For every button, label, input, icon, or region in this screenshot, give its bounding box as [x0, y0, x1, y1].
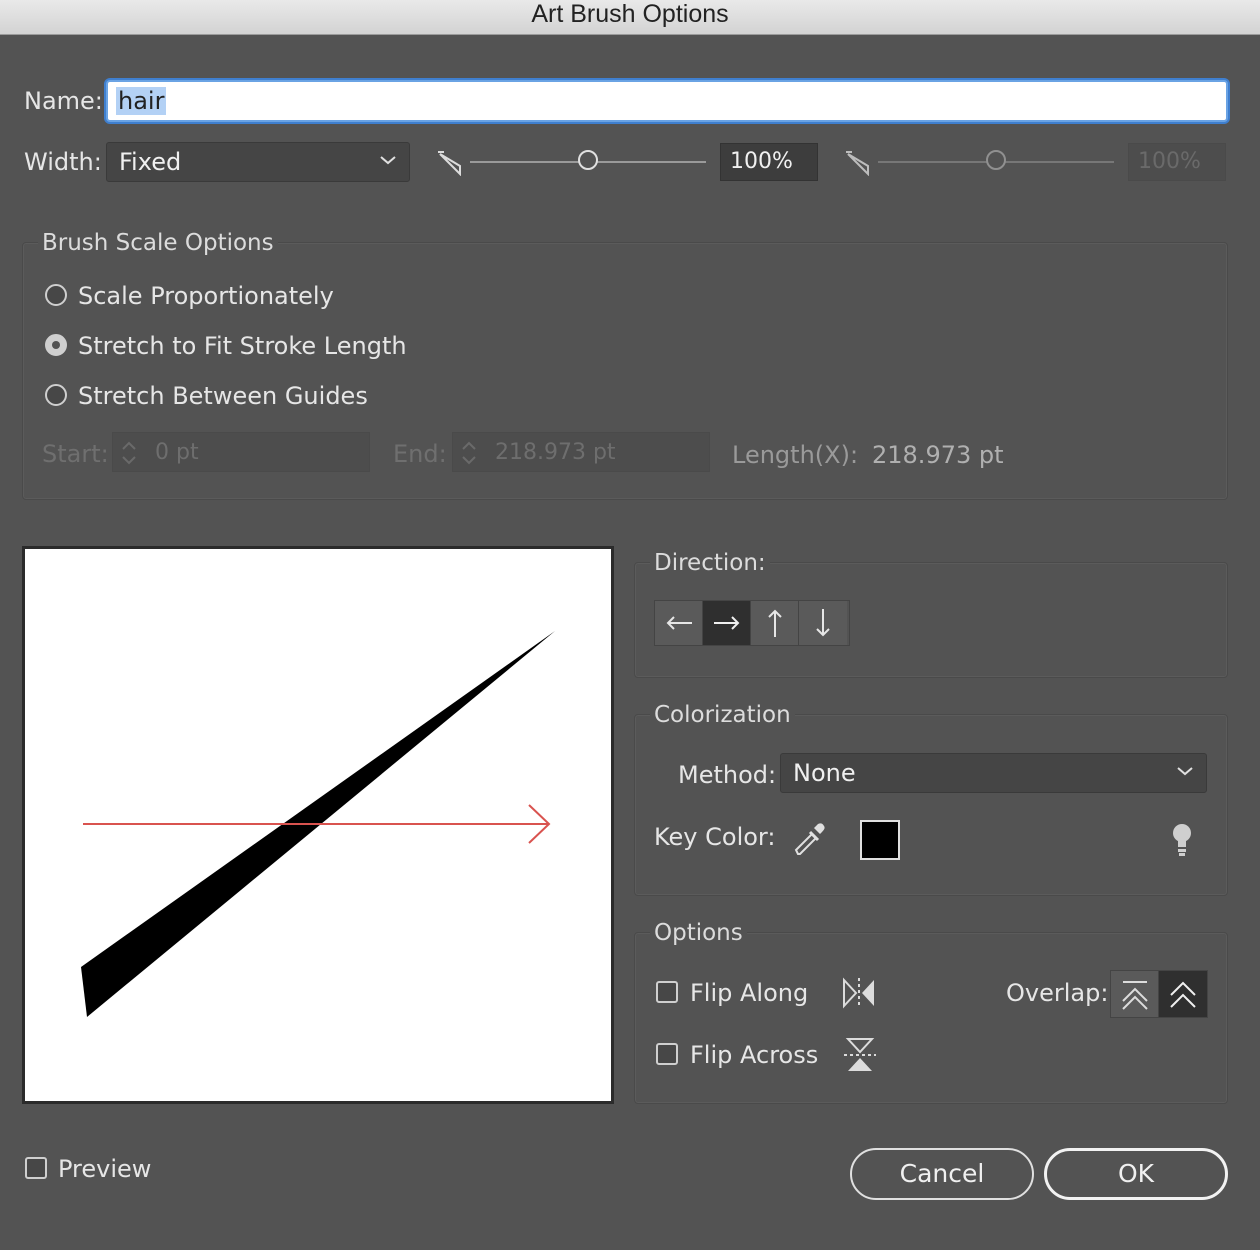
preview-label: Preview — [58, 1155, 152, 1183]
radio-scale-proportionately[interactable] — [45, 284, 67, 306]
width-dropdown[interactable]: Fixed — [106, 142, 410, 182]
stretch-between-guides-label: Stretch Between Guides — [78, 382, 368, 410]
method-dropdown-value: None — [793, 759, 856, 787]
end-input: 218.973 pt — [452, 432, 710, 472]
lightbulb-icon[interactable] — [1170, 822, 1194, 858]
brush-stroke-preview — [81, 631, 555, 1017]
overlap-none-icon — [1170, 981, 1196, 1008]
width-slider-thumb[interactable] — [578, 150, 598, 170]
arrow-down-icon — [816, 609, 830, 637]
direction-button-group — [654, 600, 850, 646]
chevron-down-icon — [380, 156, 396, 165]
direction-left-button[interactable] — [655, 601, 703, 645]
overlap-button-group — [1110, 970, 1208, 1018]
options-group — [634, 932, 1228, 1104]
brush-preview-canvas — [22, 546, 614, 1104]
flip-along-label: Flip Along — [690, 979, 809, 1007]
key-color-swatch[interactable] — [860, 820, 900, 860]
arrow-left-icon — [666, 616, 692, 630]
width-label: Width: — [24, 148, 102, 176]
flip-along-checkbox[interactable] — [656, 981, 678, 1003]
flip-across-icon — [844, 1038, 876, 1071]
direction-up-button[interactable] — [751, 601, 799, 645]
title-bar: Art Brush Options — [0, 0, 1260, 35]
key-color-label: Key Color: — [654, 823, 776, 851]
width-percent-input[interactable]: 100% — [720, 143, 818, 181]
direction-down-button[interactable] — [799, 601, 847, 645]
radio-stretch-between-guides[interactable] — [45, 384, 67, 406]
brush-scale-options-title: Brush Scale Options — [38, 230, 278, 256]
overlap-label: Overlap: — [1006, 979, 1109, 1007]
overlap-adjust-icon — [1122, 981, 1148, 1010]
colorization-group — [634, 714, 1228, 896]
window-title: Art Brush Options — [531, 0, 729, 28]
width-secondary-slider-thumb — [986, 150, 1006, 170]
direction-title: Direction: — [650, 550, 770, 576]
width-slider[interactable] — [470, 150, 706, 170]
direction-right-button[interactable] — [703, 601, 751, 645]
stepper-icon — [122, 441, 136, 465]
arrow-right-icon — [714, 616, 740, 630]
width-variation-icon — [438, 151, 461, 176]
width-secondary-percent-input: 100% — [1128, 143, 1226, 181]
flip-along-icon — [843, 977, 874, 1009]
start-input: 0 pt — [112, 432, 370, 472]
length-value: 218.973 pt — [872, 441, 1004, 469]
method-dropdown[interactable]: None — [780, 753, 1207, 793]
name-input-value: hair — [116, 87, 167, 115]
stretch-to-fit-label: Stretch to Fit Stroke Length — [78, 332, 407, 360]
width-dropdown-value: Fixed — [119, 148, 182, 176]
width-variation-secondary-icon — [846, 151, 869, 176]
end-value: 218.973 pt — [495, 440, 616, 465]
options-title: Options — [650, 920, 747, 946]
cancel-button[interactable]: Cancel — [850, 1148, 1034, 1200]
flip-across-label: Flip Across — [690, 1041, 819, 1069]
overlap-adjust-button[interactable] — [1111, 971, 1159, 1017]
preview-checkbox[interactable] — [25, 1157, 47, 1179]
method-label: Method: — [678, 761, 777, 789]
flip-across-checkbox[interactable] — [656, 1043, 678, 1065]
start-label: Start: — [42, 440, 109, 468]
start-value: 0 pt — [155, 440, 199, 465]
ok-button[interactable]: OK — [1044, 1148, 1228, 1200]
name-input[interactable]: hair — [106, 80, 1228, 122]
stepper-icon — [462, 441, 476, 465]
length-label: Length(X): — [732, 441, 859, 469]
chevron-down-icon — [1177, 767, 1193, 776]
end-label: End: — [393, 440, 447, 468]
name-label: Name: — [24, 87, 103, 115]
scale-proportionately-label: Scale Proportionately — [78, 282, 334, 310]
radio-stretch-to-fit[interactable] — [45, 334, 67, 356]
arrow-up-icon — [768, 609, 782, 637]
width-percent-value: 100% — [730, 149, 793, 174]
eyedropper-icon[interactable] — [792, 820, 828, 858]
colorization-title: Colorization — [650, 702, 795, 728]
width-secondary-percent-value: 100% — [1138, 149, 1201, 174]
width-secondary-slider — [878, 150, 1114, 170]
overlap-none-button[interactable] — [1159, 971, 1207, 1017]
